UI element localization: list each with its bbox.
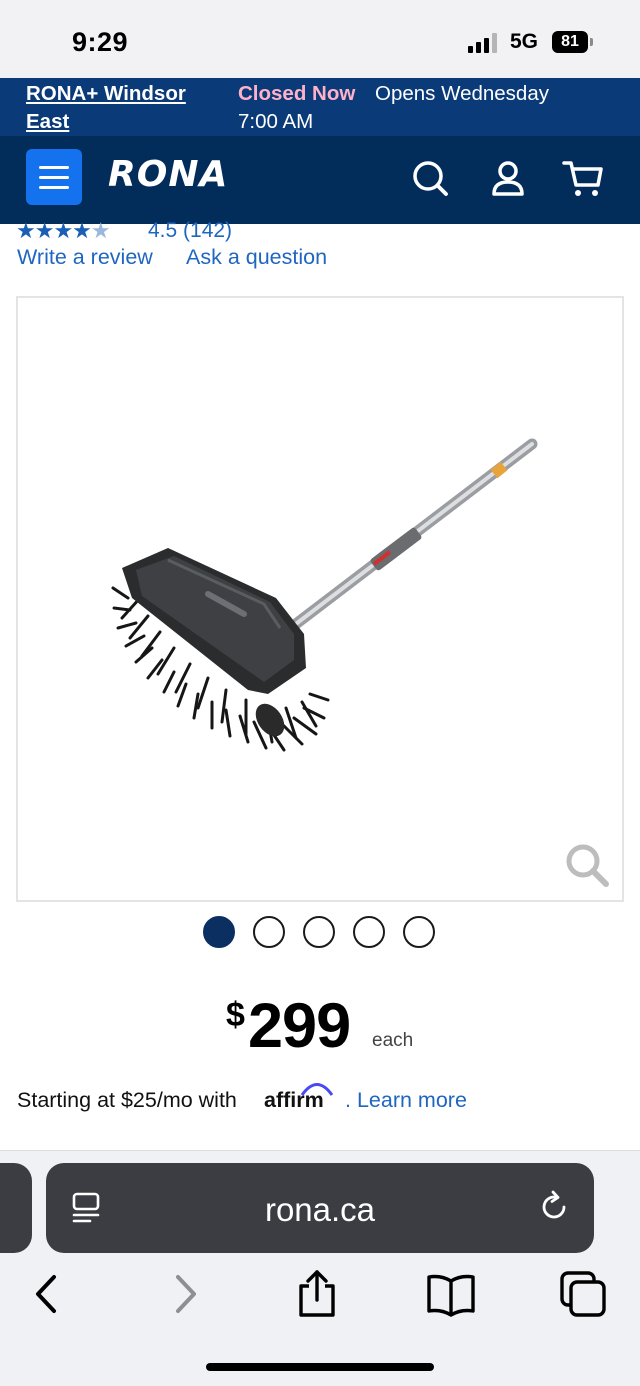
store-name-link[interactable]: RONA+ Windsor East <box>26 80 216 136</box>
price-unit: each <box>372 1030 414 1051</box>
search-icon[interactable] <box>408 156 452 200</box>
account-icon[interactable] <box>486 156 530 200</box>
carousel-dot-3[interactable] <box>303 916 335 948</box>
status-bar: 9:29 5G 81 <box>0 0 640 78</box>
image-carousel-dots <box>203 916 443 948</box>
rona-logo[interactable]: RONA <box>108 154 228 195</box>
carousel-dot-4[interactable] <box>353 916 385 948</box>
battery-level: 81 <box>561 33 579 50</box>
product-image <box>111 438 538 752</box>
cart-icon[interactable] <box>561 156 605 200</box>
learn-more-link[interactable]: . Learn more <box>345 1088 467 1113</box>
menu-button[interactable] <box>26 149 82 205</box>
store-opens-label: Opens Wednesday <box>375 82 549 105</box>
tabs-icon[interactable] <box>558 1269 608 1319</box>
network-type: 5G <box>510 30 539 53</box>
url-text: rona.ca <box>264 1191 376 1228</box>
address-bar[interactable]: rona.ca <box>46 1163 594 1253</box>
browser-toolbar: rona.ca <box>0 1150 640 1386</box>
price-currency: $ <box>226 996 245 1034</box>
store-bar: RONA+ Windsor East Closed Now Opens Wedn… <box>0 78 640 136</box>
ask-question-link[interactable]: Ask a question <box>186 245 327 270</box>
carousel-dot-1[interactable] <box>203 916 235 948</box>
previous-tab[interactable] <box>0 1163 32 1253</box>
rating-summary: ★★★★★ 4.5 (142) <box>16 218 416 244</box>
price-value: 299 <box>248 991 351 1061</box>
back-icon[interactable] <box>22 1269 72 1319</box>
reload-icon[interactable] <box>536 1189 572 1225</box>
battery-icon: 81 <box>552 31 588 53</box>
carousel-dot-2[interactable] <box>253 916 285 948</box>
store-opens-time: 7:00 AM <box>238 110 314 133</box>
carousel-dot-5[interactable] <box>403 916 435 948</box>
financing-text: Starting at $25/mo with <box>17 1088 237 1112</box>
zoom-icon[interactable] <box>564 842 610 888</box>
rating-text[interactable]: 4.5 (142) <box>148 219 232 243</box>
status-time: 9:29 <box>72 27 129 57</box>
share-icon[interactable] <box>292 1269 342 1319</box>
cellular-signal-icon <box>468 33 500 53</box>
forward-icon[interactable] <box>160 1269 210 1319</box>
product-image-viewer[interactable] <box>16 296 624 902</box>
financing-offer: Starting at $25/mo with affirm . Learn m… <box>17 1083 617 1116</box>
bookmarks-icon[interactable] <box>426 1269 476 1319</box>
main-nav: RONA <box>0 136 640 224</box>
affirm-logo-arc <box>300 1083 334 1096</box>
store-status: Closed Now <box>238 82 356 105</box>
battery-tip <box>590 38 593 46</box>
write-review-link[interactable]: Write a review <box>17 245 153 270</box>
product-price: $ 299 each <box>226 990 486 1061</box>
home-indicator <box>206 1363 434 1371</box>
rating-stars: ★★★★★ <box>16 218 111 243</box>
